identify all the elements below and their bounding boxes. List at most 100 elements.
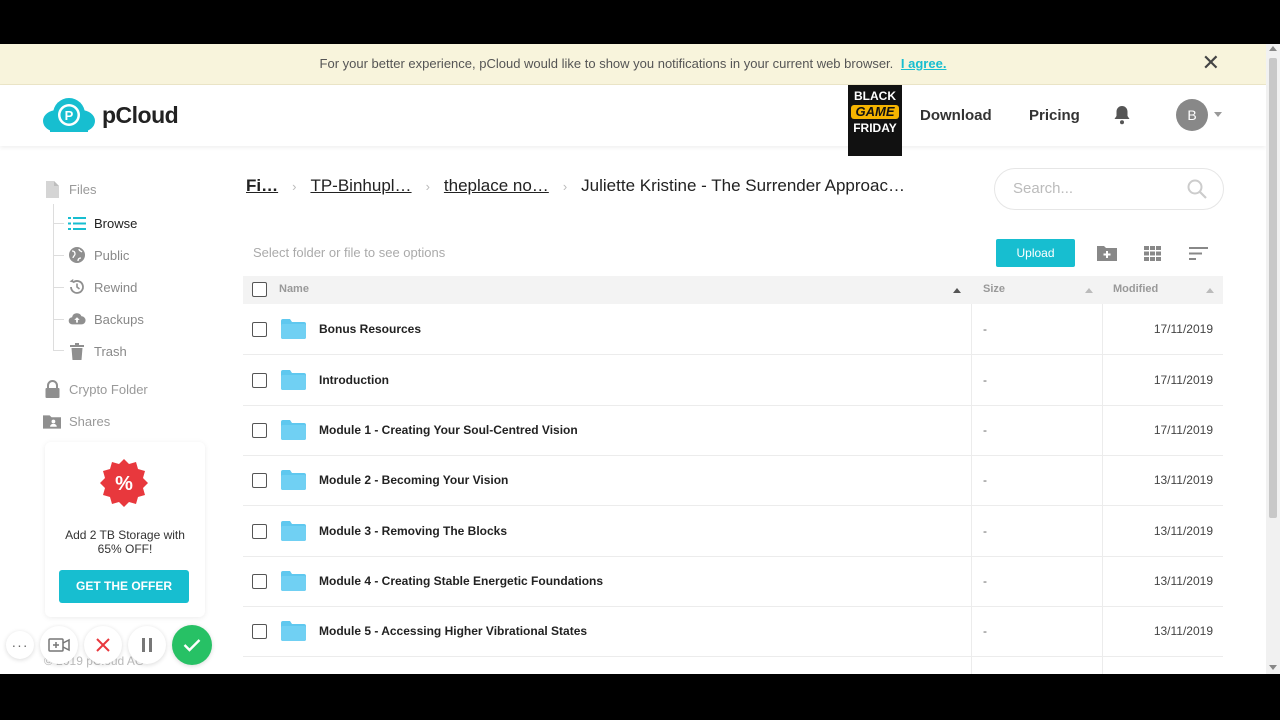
folder-icon <box>281 370 306 390</box>
recording-toolbar: ··· <box>6 622 218 668</box>
sidebar-item-rewind[interactable]: Rewind <box>68 278 137 296</box>
file-modified: 17/11/2019 <box>1153 423 1213 437</box>
file-icon <box>43 180 61 198</box>
table-row[interactable]: Module 2 - Becoming Your Vision - 13/11/… <box>243 455 1223 506</box>
folder-icon <box>281 470 306 490</box>
pcloud-logo[interactable]: P pCloud <box>42 97 179 133</box>
breadcrumb-current: Juliette Kristine - The Surrender Approa… <box>581 176 905 195</box>
sidebar-item-label: Trash <box>94 343 127 359</box>
sidebar-item-backups[interactable]: Backups <box>68 310 144 328</box>
row-checkbox[interactable] <box>252 624 267 639</box>
browser-viewport: For your better experience, pCloud would… <box>0 44 1280 674</box>
cancel-recording-button[interactable] <box>84 626 122 664</box>
row-checkbox[interactable] <box>252 322 267 337</box>
camera-button[interactable] <box>40 626 78 664</box>
row-checkbox[interactable] <box>252 574 267 589</box>
folder-icon <box>281 521 306 541</box>
new-folder-icon[interactable] <box>1096 243 1118 263</box>
sidebar-item-label: Files <box>69 181 97 197</box>
sidebar-item-browse[interactable]: Browse <box>68 214 137 232</box>
sidebar-item-trash[interactable]: Trash <box>68 342 127 360</box>
get-offer-button[interactable]: GET THE OFFER <box>59 570 189 603</box>
sidebar-item-label: Backups <box>94 311 144 327</box>
scrollbar[interactable] <box>1266 44 1280 674</box>
sidebar-item-files[interactable]: Files <box>43 180 96 198</box>
more-dots-icon: ··· <box>11 637 29 653</box>
chevron-right-icon: › <box>292 178 297 194</box>
offer-text: Add 2 TB Storage with 65% OFF! <box>65 528 185 556</box>
file-name: Module 4 - Creating Stable Energetic Fou… <box>319 574 604 588</box>
pricing-link[interactable]: Pricing <box>1029 107 1080 124</box>
folder-icon <box>281 571 306 591</box>
table-row[interactable]: Introduction - 17/11/2019 <box>243 355 1223 406</box>
file-size: - <box>983 373 987 387</box>
file-name: Introduction <box>319 373 389 387</box>
logo-text: pCloud <box>102 101 179 128</box>
column-header-modified[interactable]: Modified <box>1113 283 1158 295</box>
chevron-right-icon: › <box>562 178 568 194</box>
app-header: P pCloud BLACK GAME FRIDAY Download Pric… <box>0 85 1266 156</box>
select-all-checkbox[interactable] <box>252 282 267 297</box>
video-camera-icon <box>48 638 70 652</box>
close-icon[interactable]: ✕ <box>1202 52 1220 74</box>
table-row[interactable]: Module 5 - Accessing Higher Vibrational … <box>243 606 1223 657</box>
selection-hint: Select folder or file to see options <box>253 245 446 260</box>
sort-ascending-icon[interactable] <box>1206 288 1214 293</box>
breadcrumb-item[interactable]: Fi… <box>246 176 278 196</box>
grid-view-icon[interactable] <box>1141 243 1163 263</box>
scroll-up-arrow[interactable] <box>1269 46 1277 51</box>
file-size: - <box>983 473 987 487</box>
black-friday-badge[interactable]: BLACK GAME FRIDAY <box>848 85 902 156</box>
table-row[interactable]: Module 4 - Creating Stable Energetic Fou… <box>243 556 1223 607</box>
sidebar-item-label: Crypto Folder <box>69 381 148 397</box>
file-size: - <box>983 624 987 638</box>
agree-link[interactable]: I agree. <box>901 56 947 71</box>
finish-recording-button[interactable] <box>172 625 212 665</box>
pause-button[interactable] <box>128 626 166 664</box>
cloud-logo-icon: P <box>42 97 96 133</box>
tree-branch <box>53 255 64 256</box>
discount-badge-icon: % <box>100 459 148 507</box>
pause-icon <box>142 638 152 652</box>
globe-icon <box>68 246 86 264</box>
breadcrumb-item[interactable]: theplace no… <box>444 176 549 196</box>
file-modified: 17/11/2019 <box>1153 373 1213 387</box>
sort-ascending-icon[interactable] <box>1085 288 1093 293</box>
list-icon <box>68 214 86 232</box>
search-box <box>994 168 1224 210</box>
sidebar-item-crypto-folder[interactable]: Crypto Folder <box>43 380 148 398</box>
file-name: Module 2 - Becoming Your Vision <box>319 473 509 487</box>
search-input[interactable] <box>1011 179 1175 198</box>
sort-ascending-icon[interactable] <box>953 288 961 293</box>
shared-folder-icon <box>43 412 61 430</box>
row-checkbox[interactable] <box>252 473 267 488</box>
bell-icon[interactable] <box>1113 105 1131 130</box>
column-header-size[interactable]: Size <box>983 283 1005 295</box>
row-checkbox[interactable] <box>252 423 267 438</box>
table-row[interactable]: Bonus Resources - 17/11/2019 <box>243 304 1223 355</box>
sidebar-item-public[interactable]: Public <box>68 246 129 264</box>
tree-branch <box>53 287 64 288</box>
sidebar-item-shares[interactable]: Shares <box>43 412 110 430</box>
promo-badge-line-3: FRIDAY <box>853 121 897 135</box>
breadcrumb-item[interactable]: TP-Binhupl… <box>310 176 411 196</box>
upload-button[interactable]: Upload <box>996 239 1075 267</box>
avatar[interactable]: B <box>1176 99 1208 131</box>
column-header-name[interactable]: Name <box>279 283 309 295</box>
row-checkbox[interactable] <box>252 524 267 539</box>
table-row[interactable]: Module 3 - Removing The Blocks - 13/11/2… <box>243 506 1223 557</box>
more-options-button[interactable]: ··· <box>6 631 34 659</box>
scroll-down-arrow[interactable] <box>1269 665 1277 670</box>
download-link[interactable]: Download <box>920 107 992 124</box>
search-icon[interactable] <box>1187 179 1207 204</box>
scrollbar-thumb[interactable] <box>1269 58 1277 518</box>
trash-icon <box>68 342 86 360</box>
sort-icon[interactable] <box>1187 243 1209 263</box>
sidebar-item-label: Rewind <box>94 279 138 295</box>
row-checkbox[interactable] <box>252 373 267 388</box>
storage-offer-card: % Add 2 TB Storage with 65% OFF! GET THE… <box>45 442 205 617</box>
notification-message-wrap: For your better experience, pCloud would… <box>0 56 1266 71</box>
table-row[interactable]: Module 1 - Creating Your Soul-Centred Vi… <box>243 405 1223 456</box>
chevron-down-icon[interactable] <box>1214 112 1222 117</box>
chevron-right-icon: › <box>425 178 430 194</box>
